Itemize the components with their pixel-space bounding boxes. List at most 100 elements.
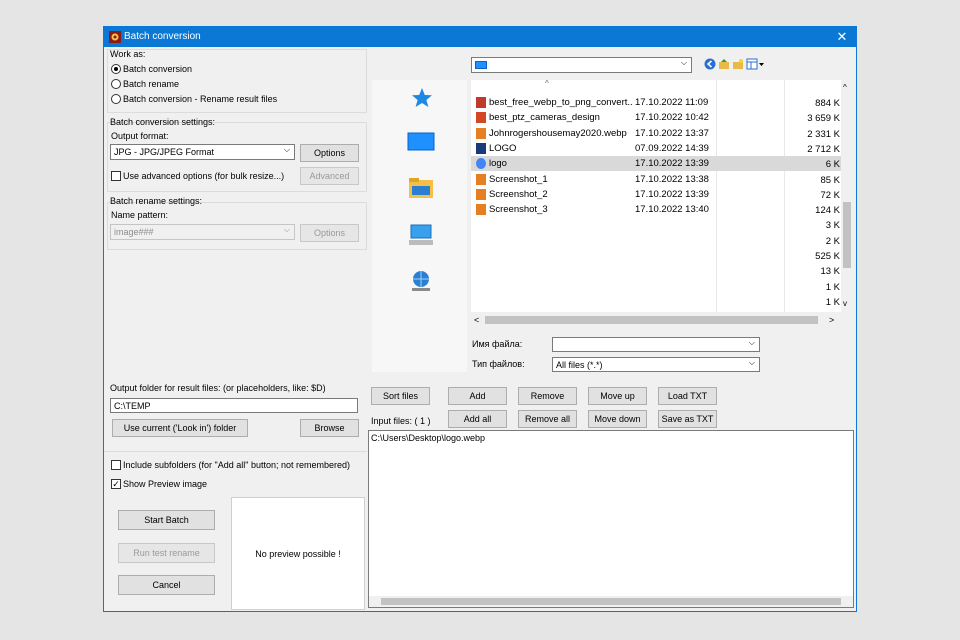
work-as-label: Work as: [110, 49, 146, 59]
title-bar: Batch conversion ✕ [104, 27, 856, 47]
use-current-folder-button[interactable]: Use current ('Look in') folder [112, 419, 248, 437]
desktop-icon [475, 61, 487, 69]
file-name: LOGO [489, 142, 517, 154]
sort-files-button[interactable]: Sort files [371, 387, 430, 405]
file-row[interactable]: logo 17.10.2022 13:39 [471, 156, 841, 172]
file-size: 2 712 K [807, 143, 840, 155]
radio-conversion-rename[interactable] [111, 94, 121, 104]
remove-all-button[interactable]: Remove all [518, 410, 577, 428]
run-test-rename-button[interactable]: Run test rename [118, 543, 215, 563]
start-batch-button[interactable]: Start Batch [118, 510, 215, 530]
horizontal-scrollbar[interactable]: < > [471, 314, 841, 326]
back-icon[interactable] [704, 58, 716, 70]
check-icon: ✓ [112, 479, 120, 489]
chevron-down-icon: ⌵ [283, 145, 290, 154]
filename-combo[interactable]: ⌵ [552, 337, 760, 352]
load-txt-button[interactable]: Load TXT [658, 387, 717, 405]
name-pattern-label: Name pattern: [111, 210, 169, 220]
this-pc-icon[interactable] [408, 223, 434, 247]
file-size: 72 K [820, 189, 840, 201]
file-name: Screenshot_2 [489, 188, 548, 200]
save-as-txt-button[interactable]: Save as TXT [658, 410, 717, 428]
image-icon [476, 188, 486, 200]
file-size: 1 K [825, 281, 840, 293]
scroll-down-icon[interactable]: v [843, 299, 847, 308]
input-files-list[interactable]: C:\Users\Desktop\logo.webp [368, 430, 854, 608]
scroll-left-icon[interactable]: < [474, 315, 479, 325]
file-size: 884 K [815, 98, 840, 109]
remove-button[interactable]: Remove [518, 387, 577, 405]
file-date: 17.10.2022 11:09 [635, 97, 709, 108]
file-size: 525 K [815, 251, 840, 262]
move-down-button[interactable]: Move down [588, 410, 647, 428]
show-preview-label: Show Preview image [123, 479, 208, 489]
file-size: 85 K [820, 174, 840, 186]
input-files-hscroll[interactable] [369, 596, 853, 607]
show-preview-checkbox[interactable]: ✓ [111, 479, 121, 489]
input-files-hscroll-thumb[interactable] [381, 598, 841, 605]
file-name: Screenshot_3 [489, 204, 548, 216]
window-title: Batch conversion [124, 31, 201, 42]
radio-batch-conversion-label: Batch conversion [123, 64, 193, 74]
file-row[interactable]: best_ptz_cameras_design 17.10.2022 10:42 [471, 110, 841, 125]
cancel-button[interactable]: Cancel [118, 575, 215, 595]
divider [104, 451, 367, 452]
horizontal-scroll-thumb[interactable] [485, 316, 818, 324]
file-row[interactable]: LOGO 07.09.2022 14:39 [471, 141, 841, 156]
advanced-options-checkbox[interactable] [111, 171, 121, 181]
vertical-scrollbar[interactable]: ^ v [841, 80, 853, 312]
close-button[interactable]: ✕ [828, 27, 856, 47]
file-row[interactable]: Screenshot_2 17.10.2022 13:39 [471, 187, 841, 202]
include-subfolders-checkbox[interactable] [111, 460, 121, 470]
desktop-place-icon[interactable] [407, 132, 435, 154]
advanced-options-label: Use advanced options (for bulk resize...… [123, 171, 285, 181]
network-icon[interactable] [408, 269, 434, 293]
file-date: 17.10.2022 13:40 [635, 204, 709, 216]
quick-access-star-icon[interactable] [410, 86, 434, 110]
libraries-folder-icon[interactable] [408, 177, 434, 199]
browse-button[interactable]: Browse [300, 419, 359, 437]
file-list: ^ best_free_webp_to_png_convert... 17.10.… [471, 80, 841, 312]
name-pattern-select[interactable]: image### ⌵ [110, 224, 295, 240]
radio-conversion-rename-label: Batch conversion - Rename result files [123, 94, 278, 104]
rename-options-button[interactable]: Options [300, 224, 359, 242]
file-name: Johnrogershousemay2020.webp [489, 127, 627, 139]
include-subfolders-label: Include subfolders (for "Add all" button… [123, 460, 351, 470]
add-button[interactable]: Add [448, 387, 507, 405]
look-in-select[interactable]: ⌵ [471, 57, 692, 73]
new-folder-icon[interactable] [732, 58, 744, 70]
move-up-button[interactable]: Move up [588, 387, 647, 405]
output-folder-input[interactable]: C:\TEMP [110, 398, 358, 413]
output-folder-value: C:\TEMP [114, 400, 151, 411]
sort-ascending-icon[interactable]: ^ [471, 80, 841, 90]
file-row[interactable]: Johnrogershousemay2020.webp 17.10.2022 13… [471, 126, 841, 141]
output-folder-label: Output folder for result files: (or plac… [110, 383, 326, 393]
chevron-down-icon: ⌵ [680, 58, 687, 67]
file-row[interactable]: best_free_webp_to_png_convert... 17.10.20… [471, 95, 841, 110]
file-date: 17.10.2022 13:39 [635, 188, 709, 200]
app-icon [109, 31, 121, 43]
output-format-select[interactable]: JPG - JPG/JPEG Format ⌵ [110, 144, 295, 160]
file-row[interactable]: Screenshot_3 17.10.2022 13:40 [471, 202, 841, 217]
filetype-select[interactable]: All files (*.*) ⌵ [552, 357, 760, 372]
scroll-right-icon[interactable]: > [829, 315, 834, 325]
file-row[interactable]: Screenshot_1 17.10.2022 13:38 [471, 172, 841, 187]
preview-pane: No preview possible ! [231, 497, 365, 610]
add-all-button[interactable]: Add all [448, 410, 507, 428]
view-menu-icon[interactable] [746, 58, 766, 70]
rename-settings-label: Batch rename settings: [110, 196, 203, 206]
file-date: 07.09.2022 14:39 [635, 142, 709, 154]
radio-batch-conversion[interactable] [111, 64, 121, 74]
image-icon [476, 204, 486, 216]
radio-batch-rename[interactable] [111, 79, 121, 89]
output-format-label: Output format: [111, 131, 169, 141]
up-folder-icon[interactable] [718, 58, 730, 70]
file-size: 2 331 K [807, 128, 840, 140]
scroll-up-icon[interactable]: ^ [843, 83, 847, 92]
file-size: 2 K [825, 235, 840, 247]
vertical-scroll-thumb[interactable] [843, 202, 851, 268]
advanced-button[interactable]: Advanced [300, 167, 359, 185]
conversion-options-button[interactable]: Options [300, 144, 359, 162]
list-item[interactable]: C:\Users\Desktop\logo.webp [371, 433, 485, 443]
file-date: 17.10.2022 10:42 [635, 112, 709, 124]
